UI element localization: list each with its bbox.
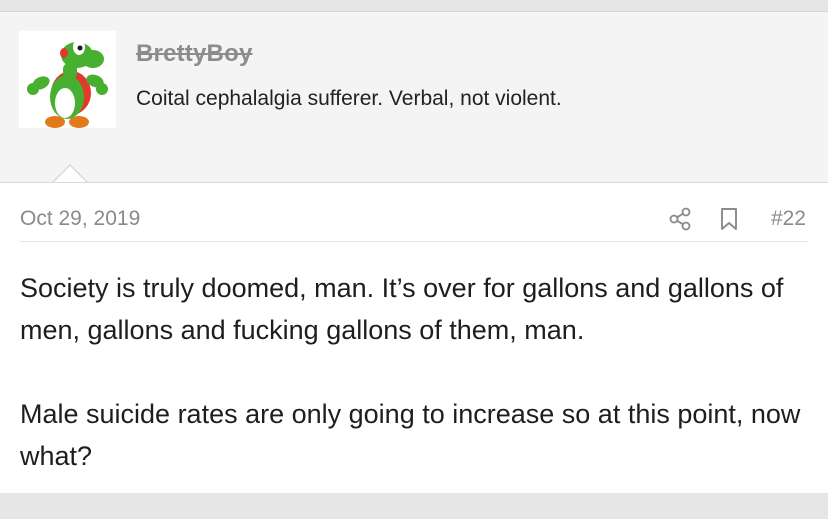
header-pointer-arrow-inner: [53, 166, 87, 183]
share-icon[interactable]: [669, 207, 691, 231]
forum-post: BrettyBoy Coital cephalalgia sufferer. V…: [0, 11, 828, 493]
post-number-link[interactable]: #22: [771, 207, 806, 231]
post-date[interactable]: Oct 29, 2019: [20, 207, 140, 231]
avatar[interactable]: [19, 31, 116, 128]
bookmark-icon[interactable]: [720, 207, 738, 231]
post-paragraph: Male suicide rates are only going to inc…: [20, 399, 801, 471]
user-header: BrettyBoy Coital cephalalgia sufferer. V…: [0, 12, 828, 182]
post-meta-row: Oct 29, 2019 #22: [20, 183, 808, 242]
user-title: Coital cephalalgia sufferer. Verbal, not…: [136, 87, 562, 110]
post-paragraph: Society is truly doomed, man. It’s over …: [20, 273, 784, 345]
post-content: Oct 29, 2019 #22 Society is truly doomed…: [0, 182, 828, 493]
yoshi-avatar-image: [27, 39, 108, 128]
username[interactable]: BrettyBoy: [136, 40, 253, 68]
post-body: Society is truly doomed, man. It’s over …: [20, 267, 810, 519]
